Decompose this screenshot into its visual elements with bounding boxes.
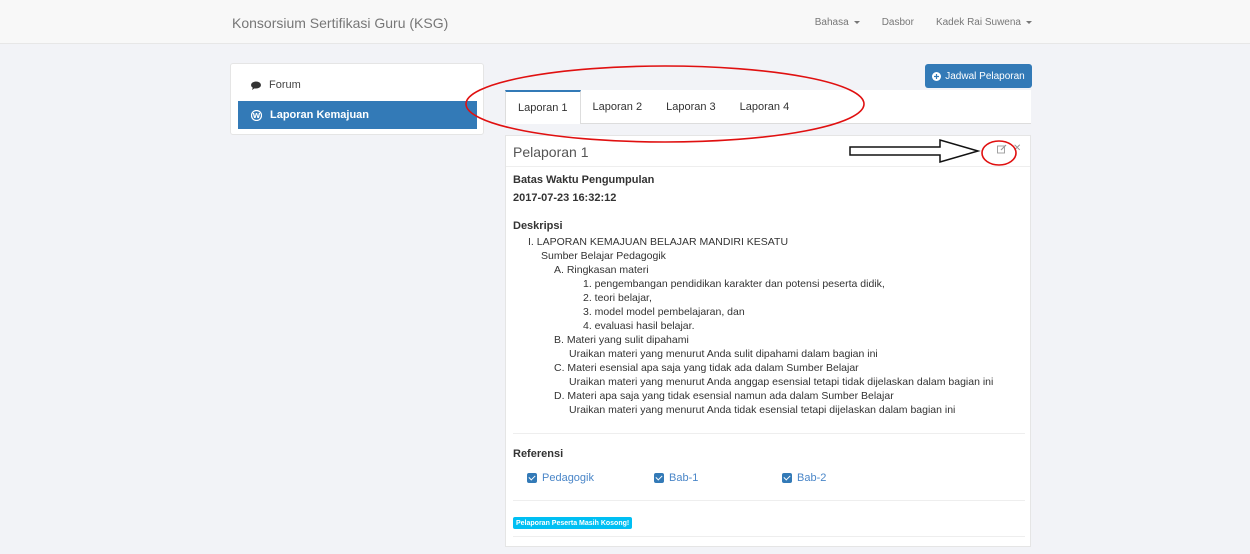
description-item-b: B. Materi yang sulit dipahami (554, 334, 689, 346)
description-item-c-text: Uraikan materi yang menurut Anda anggap … (569, 376, 994, 388)
sidebar: Forum W Laporan Kemajuan (230, 63, 484, 135)
tab-laporan-1[interactable]: Laporan 1 (505, 90, 581, 124)
description-item-d: D. Materi apa saja yang tidak esensial n… (554, 390, 894, 402)
reference-checkbox-bab-1[interactable]: Bab-1 (654, 472, 698, 484)
description-item-a: A. Ringkasan materi (554, 264, 649, 276)
comment-icon (251, 81, 261, 90)
description-item-b-text: Uraikan materi yang menurut Anda sulit d… (569, 348, 878, 360)
caret-down-icon (1026, 20, 1032, 24)
user-name: Kadek Rai Suwena (935, 17, 1021, 28)
report-tabs: Laporan 1 Laporan 2 Laporan 3 Laporan 4 (505, 90, 1031, 124)
list-item: 3. model model pembelajaran, dan (583, 306, 745, 318)
description-source: Sumber Belajar Pedagogik (541, 250, 666, 262)
deadline-label: Batas Waktu Pengumpulan (513, 174, 655, 186)
language-dropdown[interactable]: Bahasa (815, 17, 860, 28)
description-item-c: C. Materi esensial apa saja yang tidak a… (554, 362, 859, 374)
schedule-button[interactable]: Jadwal Pelaporan (925, 64, 1032, 88)
dashboard-link[interactable]: Dasbor (882, 17, 914, 28)
checkbox-checked-icon (654, 473, 664, 483)
panel-title: Pelaporan 1 (513, 144, 589, 160)
description-label: Deskripsi (513, 220, 563, 232)
sidebar-item-label: Laporan Kemajuan (270, 109, 370, 121)
plus-circle-icon (932, 71, 942, 81)
reference-label-text: Bab-2 (797, 472, 827, 484)
checkbox-checked-icon (527, 473, 537, 483)
nav-right: Bahasa Dasbor Kadek Rai Suwena (815, 17, 1032, 28)
wordpress-icon: W (251, 109, 262, 121)
caret-down-icon (853, 20, 860, 24)
sidebar-item-label: Forum (269, 79, 301, 91)
tab-laporan-4[interactable]: Laporan 4 (728, 90, 802, 123)
schedule-button-label: Jadwal Pelaporan (945, 70, 1025, 82)
edit-icon[interactable] (997, 144, 1007, 154)
reference-checkbox-pedagogik[interactable]: Pedagogik (527, 472, 594, 484)
list-item: 1. pengembangan pendidikan karakter dan … (583, 278, 885, 290)
description-item-d-text: Uraikan materi yang menurut Anda tidak e… (569, 404, 956, 416)
language-label: Bahasa (814, 17, 849, 28)
svg-text:W: W (253, 112, 261, 120)
list-item: 4. evaluasi hasil belajar. (583, 320, 695, 332)
divider (513, 500, 1025, 501)
reference-label-text: Bab-1 (669, 472, 699, 484)
close-icon[interactable]: ✕ (1013, 143, 1021, 154)
divider (513, 433, 1025, 434)
sidebar-item-forum[interactable]: Forum (238, 71, 477, 99)
top-navbar: Konsorsium Sertifikasi Guru (KSG) Bahasa… (0, 0, 1250, 44)
deadline-value: 2017-07-23 16:32:12 (513, 192, 617, 204)
status-badge: Pelaporan Peserta Masih Kosong! (513, 517, 633, 529)
user-dropdown[interactable]: Kadek Rai Suwena (936, 17, 1032, 28)
description-heading: I. LAPORAN KEMAJUAN BELAJAR MANDIRI KESA… (528, 236, 789, 248)
sidebar-item-laporan-kemajuan[interactable]: W Laporan Kemajuan (238, 101, 477, 129)
reference-label: Referensi (513, 448, 564, 460)
reference-label-text: Pedagogik (542, 472, 594, 484)
list-item: 2. teori belajar, (583, 292, 652, 304)
tab-laporan-2[interactable]: Laporan 2 (581, 90, 655, 123)
divider (506, 166, 1030, 167)
report-panel: Pelaporan 1 ✕ Batas Waktu Pengumpulan 20… (505, 135, 1031, 547)
brand-title[interactable]: Konsorsium Sertifikasi Guru (KSG) (232, 15, 448, 31)
divider (513, 536, 1025, 537)
tab-laporan-3[interactable]: Laporan 3 (654, 90, 728, 123)
checkbox-checked-icon (782, 473, 792, 483)
reference-checkbox-bab-2[interactable]: Bab-2 (782, 472, 826, 484)
